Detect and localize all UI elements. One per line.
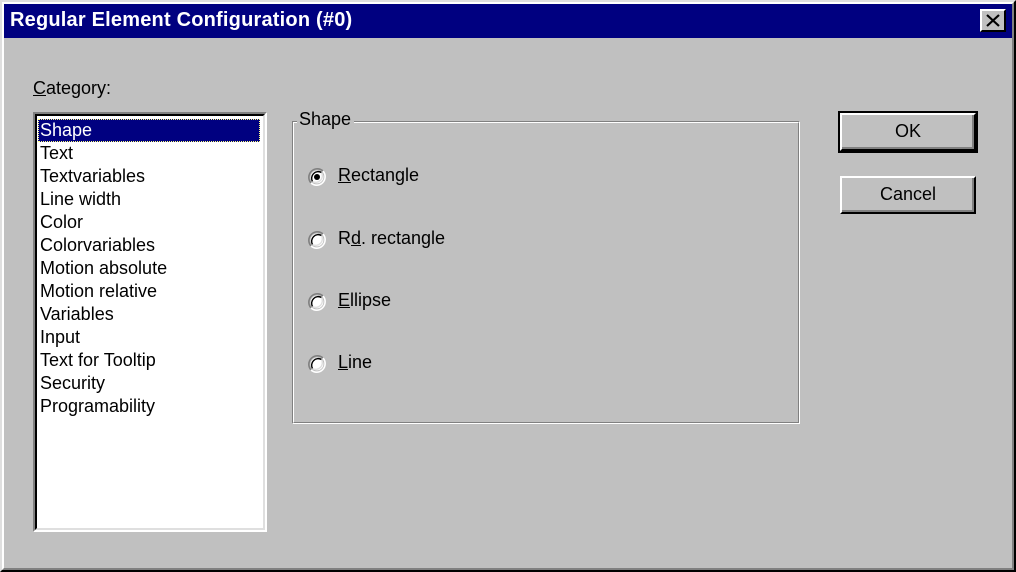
close-icon — [986, 14, 1000, 27]
cancel-button-label: Cancel — [879, 184, 937, 204]
category-item-motion-relative[interactable]: Motion relative — [38, 280, 260, 303]
category-item-line-width[interactable]: Line width — [38, 188, 260, 211]
shape-option-label: Rectangle — [338, 165, 420, 185]
category-item-text[interactable]: Text — [38, 142, 260, 165]
shape-group-title: Shape — [297, 109, 355, 130]
category-item-color[interactable]: Color — [38, 211, 260, 234]
category-item-motion-absolute[interactable]: Motion absolute — [38, 257, 260, 280]
radio-unchecked-icon[interactable] — [308, 293, 326, 311]
radio-unchecked-icon[interactable] — [308, 355, 326, 373]
window-title: Regular Element Configuration (#0) — [10, 9, 353, 31]
dialog-window: Regular Element Configuration (#0) Categ… — [0, 0, 1016, 572]
cancel-button[interactable]: Cancel — [840, 176, 976, 214]
shape-option-label: Rd. rectangle — [338, 228, 446, 248]
category-item-programability[interactable]: Programability — [38, 395, 260, 418]
category-item-shape[interactable]: Shape — [38, 119, 260, 142]
close-button[interactable] — [980, 9, 1006, 32]
radio-checked-icon[interactable] — [308, 168, 326, 186]
category-label: Category: — [33, 78, 112, 98]
category-item-variables[interactable]: Variables — [38, 303, 260, 326]
category-listbox[interactable]: Shape Text Textvariables Line width Color Col… — [33, 112, 267, 532]
category-item-textvariables[interactable]: Textvariables — [38, 165, 260, 188]
category-item-text-for-tooltip[interactable]: Text for Tooltip — [38, 349, 260, 372]
shape-option-label: Ellipse — [338, 290, 392, 310]
category-item-security[interactable]: Security — [38, 372, 260, 395]
ok-button-label: OK — [894, 121, 921, 141]
category-item-colorvariables[interactable]: Colorvariables — [38, 234, 260, 257]
radio-unchecked-icon[interactable] — [308, 231, 326, 249]
shape-option-label: Line — [338, 352, 373, 372]
title-bar[interactable]: Regular Element Configuration (#0) — [4, 4, 1012, 38]
ok-button[interactable]: OK — [838, 111, 978, 153]
category-item-input[interactable]: Input — [38, 326, 260, 349]
